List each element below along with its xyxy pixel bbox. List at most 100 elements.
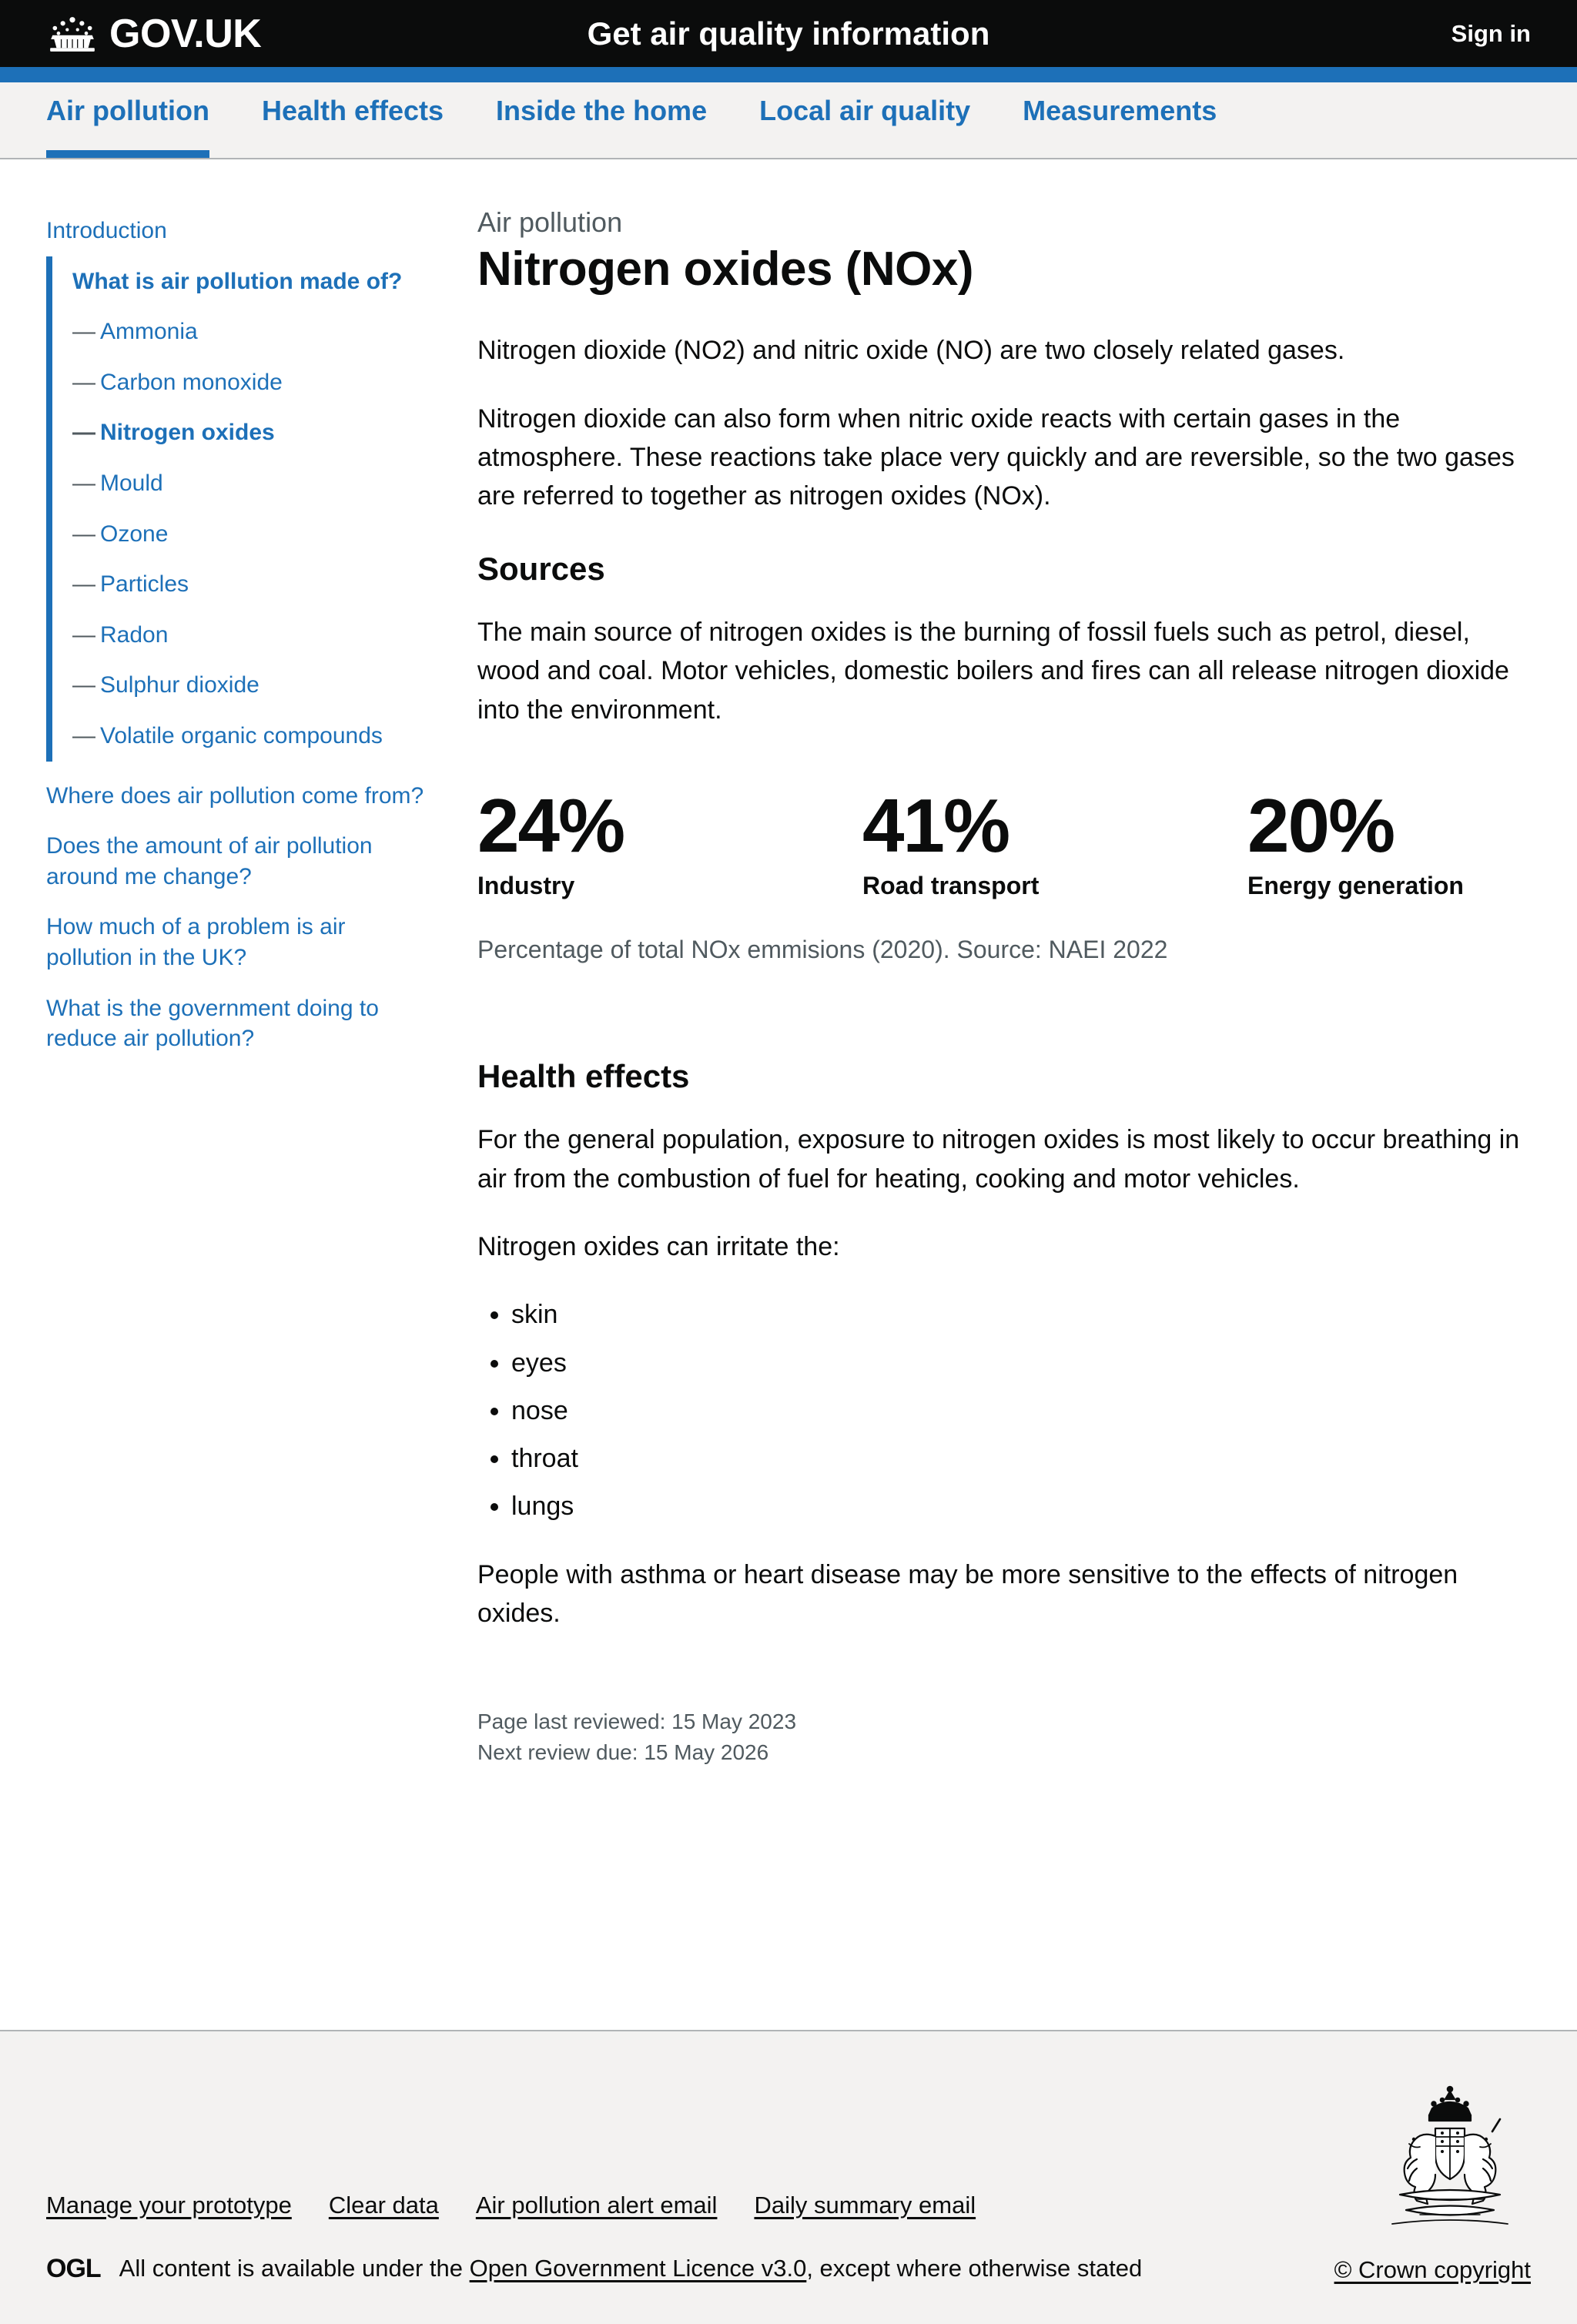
sidebar-item-ammonia[interactable]: — Ammonia — [72, 306, 431, 357]
nox-emissions-stats: 24% Industry 41% Road transport 20% Ener… — [477, 782, 1531, 900]
sidebar-item-nitrogen-oxides[interactable]: — Nitrogen oxides — [72, 407, 431, 458]
footer-link-manage-your-prototype[interactable]: Manage your prototype — [46, 2192, 292, 2219]
intro-paragraph-1: Nitrogen dioxide (NO2) and nitric oxide … — [477, 336, 1345, 366]
intro-paragraph-2: Nitrogen dioxide can also form when nitr… — [477, 404, 1515, 511]
dash-marker: — — [72, 672, 95, 698]
sidebar-item-government-doing-label[interactable]: What is the government doing to reduce a… — [46, 983, 431, 1064]
crown-icon — [46, 14, 99, 54]
royal-coat-of-arms-icon — [1369, 2082, 1531, 2236]
footer-left: Manage your prototype Clear data Air pol… — [46, 2192, 1304, 2284]
sidebar-item-how-much-of-a-problem[interactable]: How much of a problem is air pollution i… — [46, 902, 431, 983]
list-item: nose — [511, 1391, 1531, 1430]
sidebar-item-mould[interactable]: — Mould — [72, 458, 431, 509]
dash-marker: — — [72, 621, 95, 648]
content-wrapper: Introduction What is air pollution made … — [0, 159, 1577, 2030]
tab-air-pollution[interactable]: Air pollution — [46, 82, 209, 158]
sidebar-item-ozone-label: Ozone — [100, 521, 169, 547]
footer-links: Manage your prototype Clear data Air pol… — [46, 2192, 1304, 2219]
sidebar-item-mould-label: Mould — [100, 470, 163, 496]
sidebar-item-radon[interactable]: — Radon — [72, 610, 431, 661]
sidebar-item-carbon-monoxide[interactable]: — Carbon monoxide — [72, 357, 431, 408]
sidebar-item-sulphur-dioxide-label: Sulphur dioxide — [100, 672, 259, 698]
dash-marker: — — [72, 470, 95, 496]
sidebar-item-what-is-the-government-doing[interactable]: What is the government doing to reduce a… — [46, 983, 431, 1064]
govuk-logo-link[interactable]: GOV.UK — [46, 11, 262, 56]
dash-marker: — — [72, 571, 95, 598]
sidebar-item-ozone[interactable]: — Ozone — [72, 509, 431, 560]
dash-marker: — — [72, 722, 95, 748]
tab-air-pollution-label[interactable]: Air pollution — [46, 95, 209, 146]
tab-inside-the-home[interactable]: Inside the home — [496, 82, 707, 158]
sidebar-item-carbon-monoxide-label: Carbon monoxide — [100, 369, 283, 395]
service-nav-list: Air pollution Health effects Inside the … — [46, 82, 1531, 158]
stat-road-transport-label: Road transport — [862, 871, 1040, 899]
health-effects-heading: Health effects — [477, 1057, 690, 1094]
sidebar-navigation: Introduction What is air pollution made … — [46, 159, 431, 1126]
footer-right: © Crown copyright — [1334, 2082, 1531, 2284]
stat-industry-value: 24% — [477, 782, 625, 868]
sidebar-item-how-much-problem-label[interactable]: How much of a problem is air pollution i… — [46, 902, 431, 983]
sidebar-group-what-is-air-pollution-made-of: What is air pollution made of? — Ammonia … — [46, 256, 431, 762]
sidebar-item-where-does-air-pollution-come-from[interactable]: Where does air pollution come from? — [46, 762, 431, 822]
tab-local-air-quality-label[interactable]: Local air quality — [759, 95, 970, 146]
govuk-wordmark: GOV.UK — [109, 11, 262, 56]
tab-measurements[interactable]: Measurements — [1023, 82, 1217, 158]
tab-inside-the-home-label[interactable]: Inside the home — [496, 95, 707, 146]
tab-local-air-quality[interactable]: Local air quality — [759, 82, 970, 158]
health-paragraph-1: For the general population, exposure to … — [477, 1125, 1520, 1194]
irritate-list: skin eyes nose throat lungs — [477, 1295, 1531, 1526]
list-item: skin — [511, 1295, 1531, 1334]
licence-row: OGL All content is available under the O… — [46, 2253, 1304, 2284]
service-name: Get air quality information — [587, 15, 990, 52]
next-review-due: Next review due: 15 May 2026 — [477, 1740, 769, 1765]
list-item: lungs — [511, 1487, 1531, 1525]
sidebar-item-ammonia-label: Ammonia — [100, 319, 198, 345]
site-header: GOV.UK Get air quality information Sign … — [0, 0, 1577, 82]
review-dates: Page last reviewed: 15 May 2023 Next rev… — [477, 1706, 1531, 1768]
ogl-logo-icon: OGL — [46, 2253, 102, 2283]
stat-energy-generation-label: Energy generation — [1247, 871, 1464, 899]
sidebar-list: Introduction What is air pollution made … — [46, 206, 431, 1064]
sidebar-item-amount-change-label[interactable]: Does the amount of air pollution around … — [46, 821, 431, 902]
main-content: Air pollution Nitrogen oxides (NOx) Nitr… — [431, 159, 1531, 1837]
sidebar-item-volatile-organic-compounds[interactable]: — Volatile organic compounds — [72, 711, 431, 762]
sidebar-item-particles[interactable]: — Particles — [72, 559, 431, 610]
tab-measurements-label[interactable]: Measurements — [1023, 95, 1217, 146]
sidebar-item-radon-label: Radon — [100, 621, 169, 648]
tab-health-effects[interactable]: Health effects — [262, 82, 444, 158]
stat-industry-label: Industry — [477, 871, 575, 899]
sidebar-item-introduction[interactable]: Introduction — [46, 206, 431, 256]
footer-link-daily-summary-email[interactable]: Daily summary email — [754, 2192, 976, 2219]
open-government-licence-link[interactable]: Open Government Licence v3.0 — [470, 2255, 807, 2282]
footer-link-air-pollution-alert-email[interactable]: Air pollution alert email — [476, 2192, 718, 2219]
sidebar-item-sulphur-dioxide[interactable]: — Sulphur dioxide — [72, 660, 431, 711]
page-last-reviewed: Page last reviewed: 15 May 2023 — [477, 1710, 797, 1734]
stat-industry: 24% Industry — [477, 782, 862, 900]
sidebar-item-what-is-air-pollution-made-of[interactable]: What is air pollution made of? — [72, 256, 431, 307]
page-caption: Air pollution — [477, 206, 623, 238]
licence-text: All content is available under the Open … — [119, 2253, 1143, 2284]
dash-marker: — — [72, 420, 95, 446]
stats-source-caption: Percentage of total NOx emmisions (2020)… — [477, 936, 1168, 964]
page-title: Nitrogen oxides (NOx) — [477, 243, 974, 296]
sidebar-item-does-the-amount-change[interactable]: Does the amount of air pollution around … — [46, 821, 431, 902]
sidebar-item-introduction-label[interactable]: Introduction — [46, 206, 431, 256]
footer-link-clear-data[interactable]: Clear data — [329, 2192, 439, 2219]
stat-road-transport-value: 41% — [862, 782, 1010, 868]
site-footer: Manage your prototype Clear data Air pol… — [0, 2030, 1577, 2324]
sidebar-item-particles-label: Particles — [100, 571, 189, 598]
sign-in-link[interactable]: Sign in — [1451, 20, 1531, 48]
tab-health-effects-label[interactable]: Health effects — [262, 95, 444, 146]
crown-copyright-link[interactable]: © Crown copyright — [1334, 2256, 1531, 2284]
dash-marker: — — [72, 319, 95, 345]
page-root: GOV.UK Get air quality information Sign … — [0, 0, 1577, 2324]
dash-marker: — — [72, 369, 95, 395]
sidebar-item-where-from-label[interactable]: Where does air pollution come from? — [46, 771, 431, 822]
list-item: throat — [511, 1439, 1531, 1478]
sidebar-item-nitrogen-oxides-label: Nitrogen oxides — [100, 420, 275, 446]
dash-marker: — — [72, 521, 95, 547]
stat-road-transport: 41% Road transport — [862, 782, 1247, 900]
licence-prefix: All content is available under the — [119, 2254, 470, 2282]
sidebar-item-volatile-organic-compounds-label: Volatile organic compounds — [100, 722, 383, 748]
service-navigation: Air pollution Health effects Inside the … — [0, 82, 1577, 159]
